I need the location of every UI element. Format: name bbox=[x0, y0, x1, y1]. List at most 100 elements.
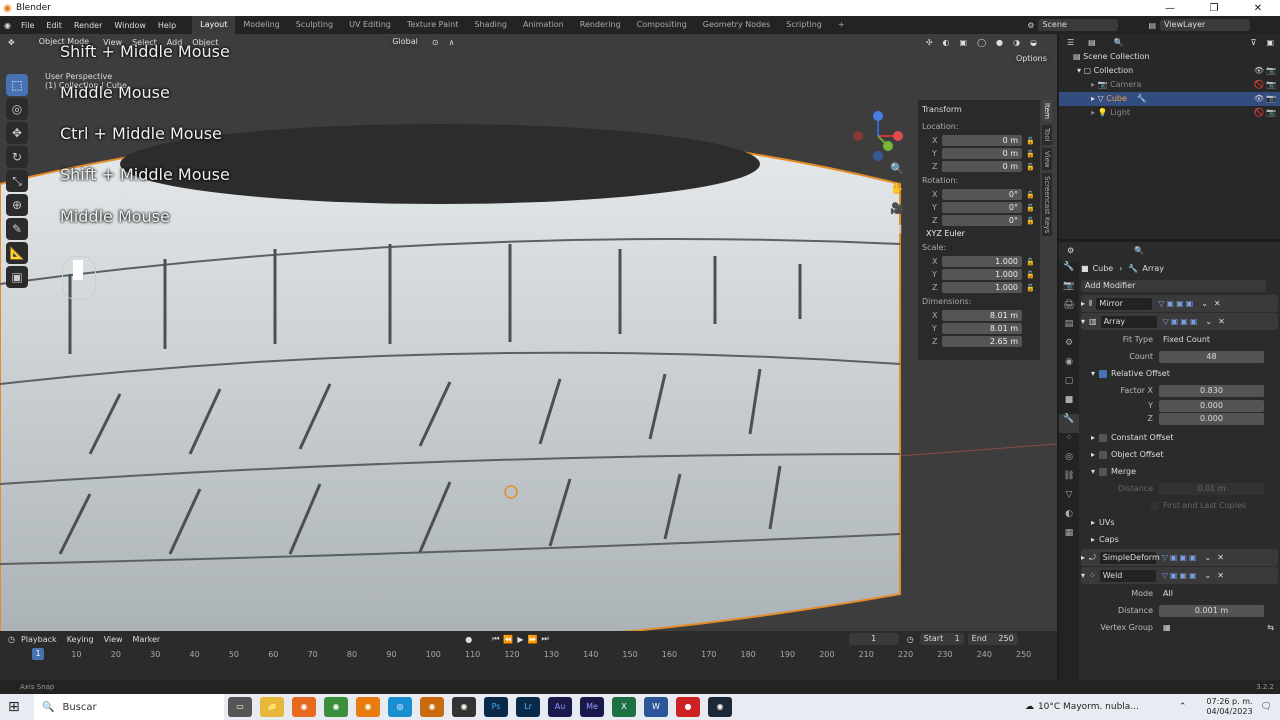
mirror-name-field[interactable]: Mirror bbox=[1096, 297, 1153, 310]
tab-shading[interactable]: Shading bbox=[466, 16, 515, 34]
add-cube-tool-icon[interactable]: ▣ bbox=[6, 266, 28, 288]
tab-view[interactable]: View bbox=[1042, 147, 1052, 171]
lightroom-icon[interactable]: Lr bbox=[516, 697, 540, 717]
render-icon[interactable]: 📷 bbox=[1266, 78, 1276, 92]
outliner-item-camera[interactable]: ▸ 📷 Camera 🚫 📷 bbox=[1059, 78, 1280, 92]
add-workspace-icon[interactable]: + bbox=[830, 16, 853, 34]
playhead[interactable]: 1 bbox=[32, 648, 44, 660]
notification-icon[interactable]: 🗨 bbox=[1261, 702, 1272, 712]
view-layer-tab-icon[interactable]: ▤ bbox=[1059, 319, 1079, 338]
transform-header[interactable]: Transform bbox=[918, 100, 1040, 119]
transform-tool-icon[interactable]: ⊕ bbox=[6, 194, 28, 216]
windows-start-icon[interactable]: ⊞ bbox=[8, 699, 20, 715]
measure-tool-icon[interactable]: 📐 bbox=[6, 242, 28, 264]
merge-checkbox[interactable] bbox=[1099, 467, 1108, 476]
options-dropdown[interactable]: Options bbox=[1012, 53, 1051, 65]
firefox-icon[interactable]: ◉ bbox=[292, 697, 316, 717]
lock-icon[interactable]: 🔓 bbox=[1026, 271, 1036, 279]
collapse-icon[interactable]: ▾ bbox=[1091, 467, 1095, 476]
move-tool-icon[interactable]: ✥ bbox=[6, 122, 28, 144]
visibility-icon[interactable]: 🚫 bbox=[1254, 78, 1264, 92]
file-explorer-icon[interactable]: 📁 bbox=[260, 697, 284, 717]
tab-item[interactable]: Item bbox=[1042, 100, 1052, 122]
factor-y-field[interactable]: 0.000 bbox=[1159, 399, 1264, 412]
expand-icon[interactable]: ▸ bbox=[1081, 553, 1085, 562]
prev-keyframe-icon[interactable]: ⏪ bbox=[503, 635, 513, 644]
excel-icon[interactable]: X bbox=[612, 697, 636, 717]
properties-editor-icon[interactable]: ⚙ bbox=[1067, 246, 1074, 255]
lock-icon[interactable]: 🔓 bbox=[1026, 258, 1036, 266]
render-icon[interactable]: 📷 bbox=[1266, 106, 1276, 120]
scale-x-field[interactable]: 1.000 bbox=[942, 256, 1022, 267]
timeline[interactable]: ◷ Playback Keying View Marker ● ⏮ ⏪ ▶ ⏩ … bbox=[0, 631, 1057, 680]
scale-tool-icon[interactable]: ⤡ bbox=[6, 170, 28, 192]
play-icon[interactable]: ▶ bbox=[517, 635, 523, 644]
data-tab-icon[interactable]: ▽ bbox=[1059, 490, 1079, 509]
maximize-icon[interactable]: ❐ bbox=[1192, 3, 1236, 14]
lock-icon[interactable]: 🔓 bbox=[1026, 137, 1036, 145]
outliner-item-light[interactable]: ▸ 💡 Light 🚫 📷 bbox=[1059, 106, 1280, 120]
remove-icon[interactable]: ✕ bbox=[1217, 553, 1224, 562]
uvs-panel[interactable]: UVs bbox=[1099, 518, 1115, 527]
material-tab-icon[interactable]: ◐ bbox=[1059, 509, 1079, 528]
lock-icon[interactable]: 🔓 bbox=[1026, 163, 1036, 171]
gizmo-toggle-icon[interactable]: ✣ bbox=[926, 38, 933, 47]
tab-compositing[interactable]: Compositing bbox=[629, 16, 695, 34]
collapse-icon[interactable]: ▾ bbox=[1081, 571, 1085, 580]
outliner-scene-collection[interactable]: ▤ Scene Collection bbox=[1059, 50, 1280, 64]
weld-distance-field[interactable]: 0.001 m bbox=[1159, 604, 1264, 617]
first-last-checkbox[interactable] bbox=[1151, 501, 1159, 510]
weld-name-field[interactable]: Weld bbox=[1099, 569, 1156, 582]
blender-taskbar-icon[interactable]: ◉ bbox=[356, 697, 380, 717]
scale-z-field[interactable]: 1.000 bbox=[942, 282, 1022, 293]
caps-panel[interactable]: Caps bbox=[1099, 535, 1119, 544]
factor-z-field[interactable]: 0.000 bbox=[1159, 412, 1264, 425]
overlay-toggle-icon[interactable]: ◐ bbox=[943, 38, 950, 47]
chrome-icon[interactable]: ◉ bbox=[324, 697, 348, 717]
dropdown-icon[interactable]: ⌄ bbox=[1205, 571, 1212, 580]
select-box-tool-icon[interactable]: ⬚ bbox=[6, 74, 28, 96]
location-y-field[interactable]: 0 m bbox=[942, 148, 1022, 159]
pan-icon[interactable]: ✋ bbox=[888, 182, 906, 202]
menu-render[interactable]: Render bbox=[68, 21, 108, 30]
timeline-editor-icon[interactable]: ◷ bbox=[8, 635, 15, 644]
rotate-tool-icon[interactable]: ↻ bbox=[6, 146, 28, 168]
menu-edit[interactable]: Edit bbox=[40, 21, 68, 30]
tray-chevron-icon[interactable]: ⌃ bbox=[1179, 702, 1187, 712]
record-app-icon[interactable]: ● bbox=[676, 697, 700, 717]
modifier-toggle-icons[interactable]: ▽▣▣▣ bbox=[1158, 299, 1195, 308]
filter-icon[interactable]: ⊽ bbox=[1251, 38, 1257, 47]
rotation-z-field[interactable]: 0° bbox=[942, 215, 1022, 226]
taskbar-search[interactable]: 🔍 Buscar bbox=[34, 694, 224, 720]
visibility-icon[interactable]: 🚫 bbox=[1254, 106, 1264, 120]
shading-solid-icon[interactable]: ● bbox=[996, 38, 1003, 47]
shading-rendered-icon[interactable]: ◒ bbox=[1030, 38, 1037, 47]
location-z-field[interactable]: 0 m bbox=[942, 161, 1022, 172]
modifier-tab-icon[interactable]: 🔧 bbox=[1059, 414, 1079, 433]
add-modifier-button[interactable]: Add Modifier bbox=[1081, 279, 1266, 292]
object-tab-icon[interactable]: ■ bbox=[1059, 395, 1079, 414]
dimensions-y-field[interactable]: 8.01 m bbox=[942, 323, 1022, 334]
navigation-gizmo[interactable] bbox=[848, 106, 908, 166]
collapse-icon[interactable]: ▾ bbox=[1091, 369, 1095, 378]
end-frame-field[interactable]: End 250 bbox=[967, 633, 1018, 645]
search-icon[interactable]: 🔍 bbox=[1114, 38, 1124, 47]
annotate-tool-icon[interactable]: ✎ bbox=[6, 218, 28, 240]
menu-marker[interactable]: Marker bbox=[133, 635, 161, 644]
expand-icon[interactable]: ▸ bbox=[1081, 299, 1085, 308]
audition-icon[interactable]: Au bbox=[548, 697, 572, 717]
lock-icon[interactable]: 🔓 bbox=[1026, 217, 1036, 225]
blender-alt-icon[interactable]: ◉ bbox=[420, 697, 444, 717]
photoshop-icon[interactable]: Ps bbox=[484, 697, 508, 717]
constraints-tab-icon[interactable]: ⛓ bbox=[1059, 471, 1079, 490]
outliner-collection[interactable]: ▾ ▢ Collection 👁 📷 bbox=[1059, 64, 1280, 78]
dropdown-icon[interactable]: ⌄ bbox=[1201, 299, 1208, 308]
weather-text[interactable]: 10°C Mayorm. nubla... bbox=[1038, 702, 1139, 712]
tab-tool[interactable]: Tool bbox=[1042, 124, 1052, 145]
simpledeform-name-field[interactable]: SimpleDeform bbox=[1099, 551, 1160, 564]
display-mode-icon[interactable]: ▤ bbox=[1088, 38, 1096, 47]
object-offset-checkbox[interactable] bbox=[1099, 450, 1108, 459]
lock-icon[interactable]: 🔓 bbox=[1026, 150, 1036, 158]
factor-x-field[interactable]: 0.830 bbox=[1159, 384, 1264, 397]
expand-icon[interactable]: ▸ bbox=[1091, 450, 1095, 459]
